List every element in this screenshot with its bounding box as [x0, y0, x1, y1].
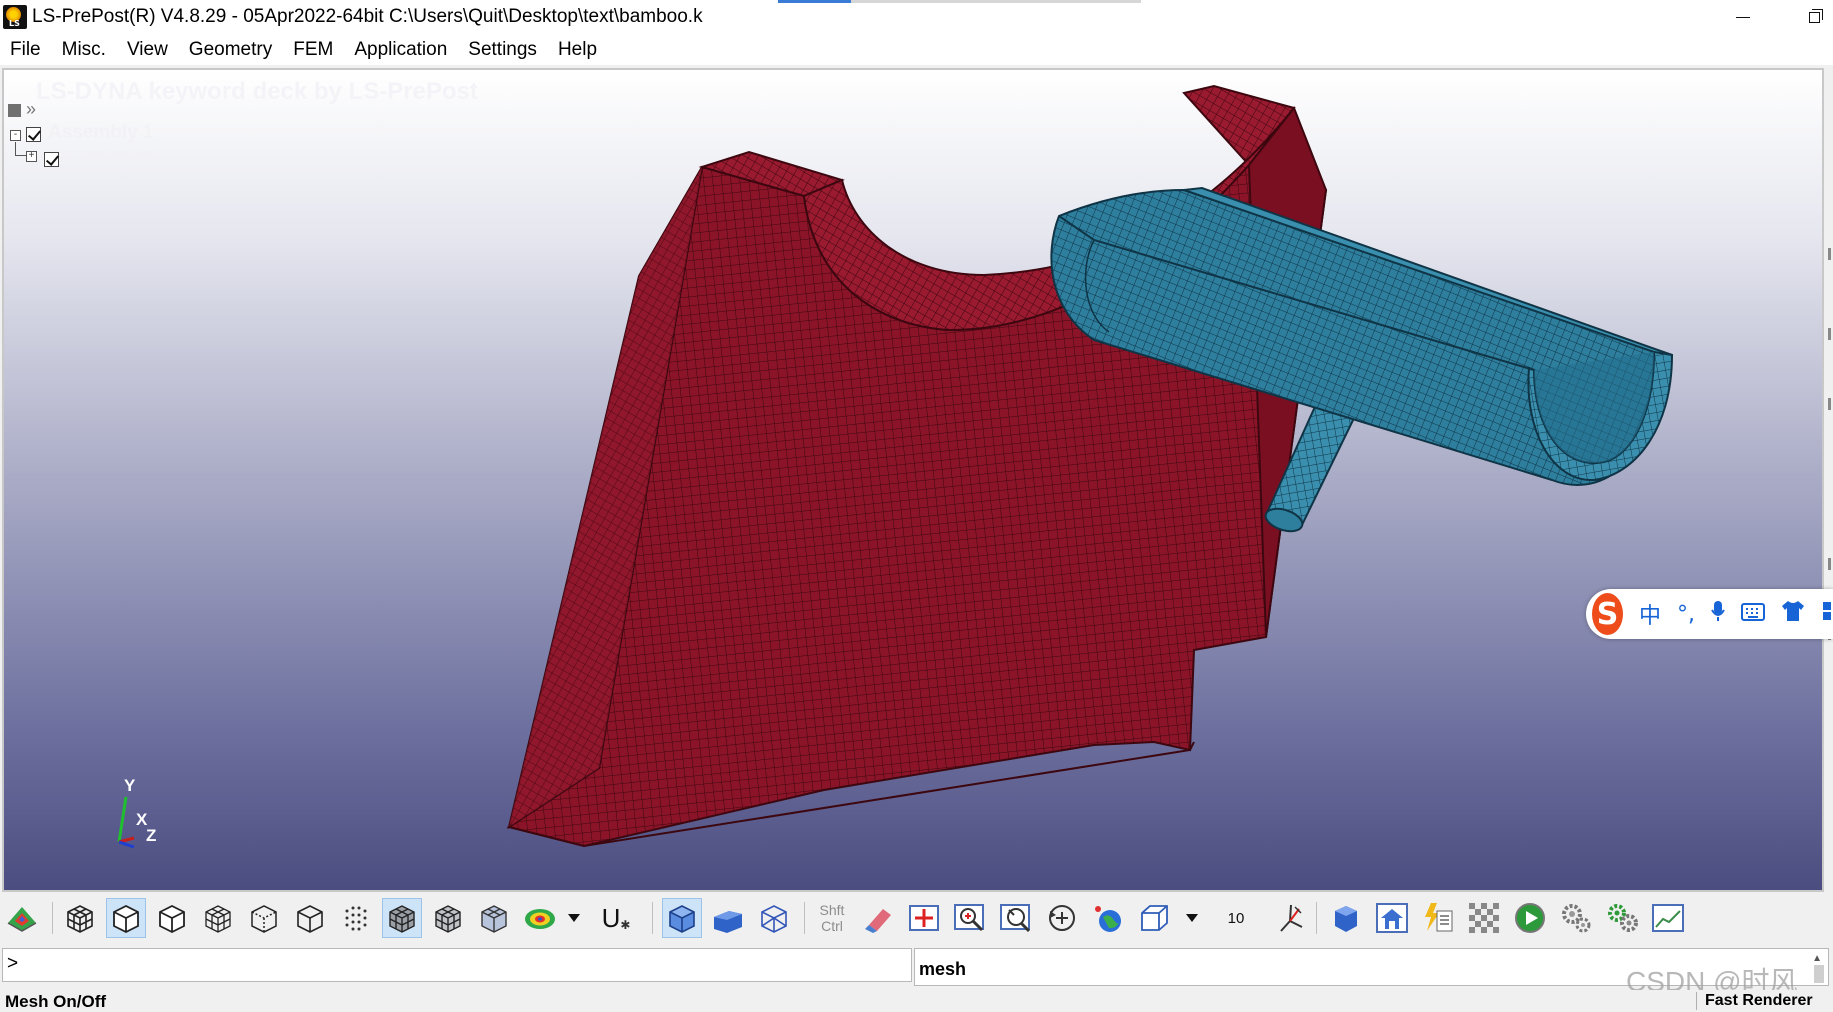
contour-view-icon[interactable]: [2, 898, 42, 938]
menu-view[interactable]: View: [127, 34, 179, 65]
ls-prepost-app-icon[interactable]: LS: [3, 5, 27, 29]
microphone-icon[interactable]: [1711, 600, 1725, 628]
renderer-status: Fast Renderer: [1696, 992, 1813, 1010]
deck-title: LS-DYNA keyword deck by LS-PrePost: [36, 78, 478, 105]
assembly-collapse-icon[interactable]: -: [10, 130, 21, 141]
menu-misc[interactable]: Misc.: [62, 34, 117, 65]
tree-expand-icon[interactable]: »: [26, 99, 36, 120]
hidden-line-icon[interactable]: [244, 898, 284, 938]
restore-button[interactable]: [1790, 0, 1833, 34]
scrollbar-thumb[interactable]: [1814, 965, 1824, 983]
ime-toolbar[interactable]: S 中 °,: [1586, 589, 1833, 639]
view-dropdown-icon[interactable]: [1180, 898, 1204, 938]
graphics-viewport[interactable]: LS-DYNA keyword deck by LS-PrePost » - A…: [2, 68, 1824, 892]
status-bar: Mesh On/Off Fast Renderer: [0, 990, 1833, 1011]
zoom-icon[interactable]: [950, 898, 990, 938]
command-output-text: mesh: [919, 959, 967, 979]
title-bar: LS LS-PrePost(R) V4.8.29 - 05Apr2022-64b…: [0, 0, 1833, 34]
settings-gears-icon[interactable]: [1556, 898, 1596, 938]
axis-triad: Y X Z: [104, 776, 174, 862]
solid-shade-icon[interactable]: [708, 898, 748, 938]
u-display-button[interactable]: U ✱: [596, 898, 636, 938]
shaded-mesh-icon[interactable]: [106, 898, 146, 938]
tree-panel-toggle-icon[interactable]: [8, 104, 21, 117]
assembly-checkbox[interactable]: [26, 127, 41, 142]
element-shrink-icon[interactable]: [382, 898, 422, 938]
ime-punct-mode[interactable]: °,: [1677, 602, 1695, 627]
feature-line-icon[interactable]: [290, 898, 330, 938]
axis-triad-icon[interactable]: [1270, 898, 1310, 938]
ime-chinese-mode[interactable]: 中: [1639, 598, 1661, 630]
translucent-icon[interactable]: [474, 898, 514, 938]
menu-bar: File Misc. View Geometry FEM Application…: [0, 34, 1833, 65]
bottom-toolbar: U ✱ Shft Ctrl 10: [0, 896, 1833, 940]
home-icon[interactable]: [1372, 898, 1412, 938]
tree-fem-parts-label[interactable]: FEM Parts: [66, 147, 159, 169]
more-tools-icon[interactable]: [1821, 600, 1833, 628]
bounding-box-icon[interactable]: [1134, 898, 1174, 938]
solid-view-icon[interactable]: [662, 898, 702, 938]
part-cube-icon[interactable]: [1326, 898, 1366, 938]
sogou-logo-icon[interactable]: S: [1592, 593, 1623, 635]
rotation-step-value[interactable]: 10: [1216, 898, 1256, 938]
keyboard-icon[interactable]: [1741, 602, 1765, 627]
menu-geometry[interactable]: Geometry: [189, 34, 283, 65]
model-scene[interactable]: [4, 70, 1824, 892]
menu-fem[interactable]: FEM: [293, 34, 344, 65]
recycle-gears-icon[interactable]: [1602, 898, 1642, 938]
menu-application[interactable]: Application: [354, 34, 458, 65]
checker-background-icon[interactable]: [1464, 898, 1504, 938]
title-accent-bar-grey: [851, 0, 1141, 3]
menu-help[interactable]: Help: [558, 34, 608, 65]
wire-solid-icon[interactable]: [754, 898, 794, 938]
fem-parts-expand-icon[interactable]: +: [26, 151, 37, 162]
scroll-up-arrow-icon[interactable]: ▲: [1812, 953, 1822, 964]
grey-mesh-icon[interactable]: [428, 898, 468, 938]
skin-shirt-icon[interactable]: [1781, 600, 1805, 628]
minimize-button[interactable]: [1720, 0, 1766, 34]
eraser-icon[interactable]: [858, 898, 898, 938]
menu-settings[interactable]: Settings: [468, 34, 548, 65]
axis-y-label: Y: [124, 776, 136, 795]
right-edge-markers: [1826, 68, 1833, 892]
status-message: Mesh On/Off: [5, 992, 107, 1011]
lightning-list-icon[interactable]: [1418, 898, 1458, 938]
axis-z-label: Z: [146, 826, 157, 845]
title-accent-bar: [778, 0, 851, 3]
fringe-icon[interactable]: [520, 898, 560, 938]
shaded-icon[interactable]: [152, 898, 192, 938]
node-points-icon[interactable]: [336, 898, 376, 938]
play-animation-icon[interactable]: [1510, 898, 1550, 938]
tree-assembly-label[interactable]: Assembly 1: [48, 122, 154, 144]
mesh-wire-icon[interactable]: [60, 898, 100, 938]
command-input[interactable]: >: [2, 948, 912, 982]
shift-ctrl-label: Shft Ctrl: [819, 902, 845, 934]
menu-file[interactable]: File: [10, 34, 52, 65]
wireframe-icon[interactable]: [198, 898, 238, 938]
window-title: LS-PrePost(R) V4.8.29 - 05Apr2022-64bit …: [32, 6, 703, 27]
plot-graph-icon[interactable]: [1648, 898, 1688, 938]
zoom-window-icon[interactable]: [996, 898, 1036, 938]
fringe-dropdown-icon[interactable]: [562, 898, 586, 938]
center-icon[interactable]: [904, 898, 944, 938]
fem-parts-checkbox[interactable]: [44, 152, 59, 167]
rotate-icon[interactable]: [1042, 898, 1082, 938]
globe-view-icon[interactable]: [1088, 898, 1128, 938]
